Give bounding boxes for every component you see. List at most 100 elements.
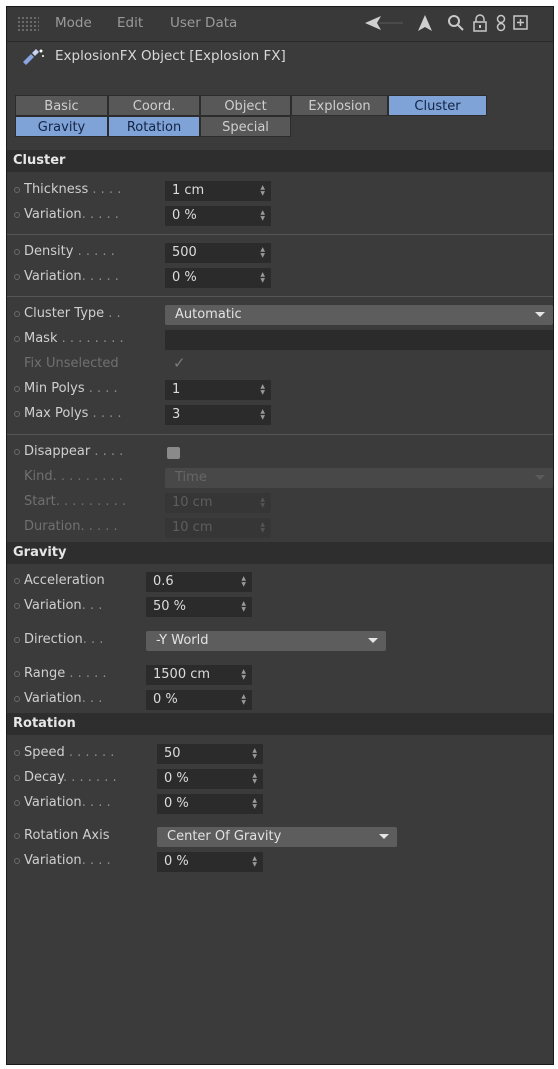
keyframe-dot[interactable] xyxy=(14,212,20,218)
cursor-arrow-icon[interactable] xyxy=(417,14,433,36)
checkmark-icon[interactable]: ✓ xyxy=(173,354,186,372)
keyframe-dot[interactable] xyxy=(14,449,20,455)
speed-field[interactable]: 50 ▲ ▼ xyxy=(157,744,263,764)
tab-basic[interactable]: Basic xyxy=(15,95,108,116)
thickness-row: Thickness . . . . 1 cm ▲ ▼ xyxy=(7,179,553,203)
fix-unselected-row: Fix Unselected ✓ xyxy=(7,353,553,377)
start-field[interactable]: 10 cm ▲ ▼ xyxy=(165,493,271,513)
stepper-arrows-icon[interactable]: ▲ ▼ xyxy=(252,856,257,868)
lock-icon[interactable] xyxy=(473,14,487,36)
range-variation-field[interactable]: 0 % ▲ ▼ xyxy=(146,690,252,710)
menu-mode[interactable]: Mode xyxy=(55,15,92,31)
decay-field[interactable]: 0 % ▲ ▼ xyxy=(157,769,263,789)
keyframe-dot[interactable] xyxy=(14,249,20,255)
keyframe-dot[interactable] xyxy=(14,578,20,584)
keyframe-dot[interactable] xyxy=(14,274,20,280)
stepper-arrows-icon[interactable]: ▲ ▼ xyxy=(252,773,257,785)
attribute-manager: Mode Edit User Data ExplosionFX Object [… xyxy=(6,6,554,1065)
keyframe-dot[interactable] xyxy=(14,671,20,677)
keyframe-dot[interactable] xyxy=(14,603,20,609)
thickness-field[interactable]: 1 cm ▲ ▼ xyxy=(165,181,271,201)
new-panel-icon[interactable] xyxy=(513,14,529,36)
tab-explosion[interactable]: Explosion xyxy=(291,95,388,116)
stepper-arrows-icon[interactable]: ▲ ▼ xyxy=(252,798,257,810)
acceleration-row: Acceleration 0.6 ▲ ▼ xyxy=(7,570,553,594)
menubar: Mode Edit User Data xyxy=(7,7,553,42)
keyframe-dot[interactable] xyxy=(14,833,20,839)
tab-rotation[interactable]: Rotation xyxy=(108,116,200,137)
range-field[interactable]: 1500 cm ▲ ▼ xyxy=(146,665,252,685)
stepper-arrows-icon[interactable]: ▲ ▼ xyxy=(241,669,246,681)
back-arrow-icon[interactable] xyxy=(365,14,405,36)
keyframe-dot[interactable] xyxy=(14,800,20,806)
tab-cluster[interactable]: Cluster xyxy=(388,95,487,116)
stepper-arrows-icon[interactable]: ▲ ▼ xyxy=(260,185,265,197)
stepper-arrows-icon[interactable]: ▲ ▼ xyxy=(241,601,246,613)
rotation-axis-label: Rotation Axis xyxy=(24,828,110,843)
cluster-type-dropdown[interactable]: Automatic xyxy=(165,305,553,325)
divider xyxy=(7,234,553,235)
link-icon[interactable] xyxy=(495,14,507,36)
stepper-arrows-icon[interactable]: ▲ ▼ xyxy=(260,522,265,534)
chevron-down-icon xyxy=(379,834,389,839)
stepper-arrows-icon[interactable]: ▲ ▼ xyxy=(260,272,265,284)
tab-gravity[interactable]: Gravity xyxy=(15,116,108,137)
tab-object[interactable]: Object xyxy=(200,95,291,116)
variation-label: Variation. . . xyxy=(24,598,103,613)
stepper-arrows-icon[interactable]: ▲ ▼ xyxy=(260,497,265,509)
disappear-label: Disappear . . . . xyxy=(24,444,124,459)
tab-special[interactable]: Special xyxy=(200,116,291,137)
section-gravity-header[interactable]: Gravity xyxy=(7,542,553,564)
keyframe-dot[interactable] xyxy=(14,637,20,643)
kind-dropdown[interactable]: Time xyxy=(165,468,553,488)
keyframe-dot[interactable] xyxy=(14,311,20,317)
mask-link-field[interactable] xyxy=(165,330,553,350)
max-polys-field[interactable]: 3 ▲ ▼ xyxy=(165,405,271,425)
menu-edit[interactable]: Edit xyxy=(117,15,143,31)
rotation-variation-row: Variation. . . . 0 % ▲ ▼ xyxy=(7,792,553,816)
stepper-arrows-icon[interactable]: ▲ ▼ xyxy=(260,384,265,396)
keyframe-dot[interactable] xyxy=(14,411,20,417)
variation-label: Variation. . . . xyxy=(24,795,111,810)
keyframe-dot[interactable] xyxy=(14,386,20,392)
search-icon[interactable] xyxy=(447,14,465,36)
drag-grip-icon[interactable] xyxy=(17,16,39,32)
stepper-arrows-icon[interactable]: ▲ ▼ xyxy=(241,576,246,588)
keyframe-dot[interactable] xyxy=(14,775,20,781)
chevron-down-icon xyxy=(368,638,378,643)
density-variation-field[interactable]: 0 % ▲ ▼ xyxy=(165,268,271,288)
variation-label: Variation. . . xyxy=(24,691,103,706)
keyframe-dot[interactable] xyxy=(14,696,20,702)
chevron-down-icon xyxy=(535,312,545,317)
menu-user-data[interactable]: User Data xyxy=(170,15,237,31)
duration-field[interactable]: 10 cm ▲ ▼ xyxy=(165,518,271,538)
gravity-variation-field[interactable]: 50 % ▲ ▼ xyxy=(146,597,252,617)
rotation-axis-dropdown[interactable]: Center Of Gravity xyxy=(157,827,397,847)
gravity-variation-row: Variation. . . 50 % ▲ ▼ xyxy=(7,595,553,619)
thickness-variation-field[interactable]: 0 % ▲ ▼ xyxy=(165,206,271,226)
direction-dropdown[interactable]: -Y World xyxy=(146,631,386,651)
thickness-variation-row: Variation. . . . . 0 % ▲ ▼ xyxy=(7,204,553,228)
section-rotation-header[interactable]: Rotation xyxy=(7,713,553,735)
keyframe-dot[interactable] xyxy=(14,858,20,864)
object-title-bar: ExplosionFX Object [Explosion FX] xyxy=(7,42,553,72)
stepper-arrows-icon[interactable]: ▲ ▼ xyxy=(252,748,257,760)
keyframe-dot[interactable] xyxy=(14,187,20,193)
section-cluster-header[interactable]: Cluster xyxy=(7,150,553,172)
density-row: Density . . . . . 500 ▲ ▼ xyxy=(7,241,553,265)
min-polys-field[interactable]: 1 ▲ ▼ xyxy=(165,380,271,400)
density-field[interactable]: 500 ▲ ▼ xyxy=(165,243,271,263)
min-polys-label: Min Polys . . . . xyxy=(24,381,118,396)
cluster-type-row: Cluster Type . . Automatic xyxy=(7,303,553,327)
rotation-variation-field[interactable]: 0 % ▲ ▼ xyxy=(157,794,263,814)
axis-variation-field[interactable]: 0 % ▲ ▼ xyxy=(157,852,263,872)
stepper-arrows-icon[interactable]: ▲ ▼ xyxy=(260,210,265,222)
tab-coord[interactable]: Coord. xyxy=(108,95,200,116)
keyframe-dot[interactable] xyxy=(14,336,20,342)
acceleration-field[interactable]: 0.6 ▲ ▼ xyxy=(146,572,252,592)
keyframe-dot[interactable] xyxy=(14,750,20,756)
stepper-arrows-icon[interactable]: ▲ ▼ xyxy=(241,694,246,706)
stepper-arrows-icon[interactable]: ▲ ▼ xyxy=(260,409,265,421)
stepper-arrows-icon[interactable]: ▲ ▼ xyxy=(260,247,265,259)
disappear-checkbox[interactable] xyxy=(167,447,180,459)
